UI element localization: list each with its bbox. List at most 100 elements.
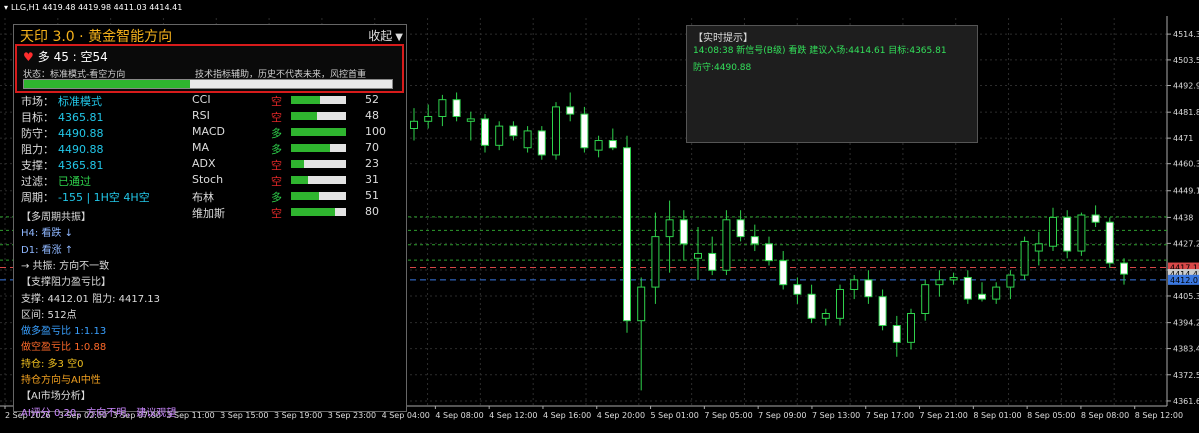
indicator-name: ADX: [192, 157, 216, 170]
metric-value: 标准模式: [58, 95, 102, 108]
x-axis-tick-label: 8 Sep 08:00: [1081, 411, 1129, 420]
candle-body: [679, 219, 688, 245]
analysis-line: D1: 看涨 ↑: [21, 244, 74, 256]
y-axis-tick-label: 4427.2: [1173, 239, 1199, 248]
indicator-name: 布林: [192, 191, 214, 204]
indicator-name: RSI: [192, 109, 210, 122]
analysis-line: → 共振: 方向不一致: [21, 260, 110, 272]
x-axis-tick-label: 3 Sep 19:00: [274, 411, 322, 420]
collapse-button[interactable]: 收起 ▼: [368, 27, 403, 44]
realtime-alert-box: 【实时提示】 14:08:38 新信号(B级) 看跌 建议入场:4414.61 …: [686, 25, 978, 143]
indicator-score-bar: [291, 192, 346, 200]
heart-icon: ♥: [23, 50, 34, 64]
indicator-row: ADX 空 23: [192, 157, 392, 173]
candle-body: [1034, 243, 1043, 252]
candle-body: [736, 219, 745, 238]
candle-body: [921, 284, 930, 315]
x-axis-tick-label: 8 Sep 05:00: [1027, 411, 1075, 420]
candle-body: [438, 99, 447, 118]
metric-value: 4490.88: [58, 143, 104, 156]
indicator-name: 维加斯: [192, 207, 225, 220]
x-axis-tick-label: 4 Sep 08:00: [435, 411, 483, 420]
metric-value: 已通过: [58, 175, 91, 188]
candle-body: [1120, 262, 1128, 275]
x-axis-tick-label: 7 Sep 05:00: [704, 411, 752, 420]
y-axis-tick-label: 4361.6: [1173, 397, 1199, 406]
candle-body: [949, 276, 958, 281]
x-axis-tick-label: 7 Sep 13:00: [812, 411, 860, 420]
indicator-score: 100: [365, 125, 386, 138]
indicator-score-fill: [291, 160, 304, 168]
x-axis-tick-label: 8 Sep 01:00: [973, 411, 1021, 420]
indicator-score-bar: [291, 176, 346, 184]
candle-body: [466, 118, 475, 122]
symbol-ohlc: LLG,H1 4419.48 4419.98 4411.03 4414.41: [11, 3, 183, 12]
indicator-score-bar: [291, 112, 346, 120]
indicator-name: MA: [192, 141, 210, 154]
y-axis-tick-label: 4383.4: [1173, 345, 1199, 354]
indicator-row: 维加斯 空 80: [192, 205, 392, 221]
indicator-row: RSI 空 48: [192, 109, 392, 125]
x-axis-tick-label: 3 Sep 23:00: [328, 411, 376, 420]
indicator-score: 70: [365, 141, 379, 154]
direction-status-box: ♥ 多 45 : 空54 状态：标准模式-看空方向 技术指标辅助，历史不代表未来，…: [15, 44, 404, 93]
indicator-score-fill: [291, 96, 320, 104]
candle-body: [523, 130, 532, 149]
candle-body: [623, 147, 631, 322]
metric-label: 过滤：: [21, 175, 54, 188]
indicator-signal: 空: [271, 207, 282, 220]
indicator-score-fill: [291, 128, 346, 136]
candle-body: [1077, 214, 1086, 252]
indicator-name: CCI: [192, 93, 211, 106]
candle-body: [935, 279, 944, 286]
candle-body: [424, 116, 433, 122]
analysis-line: 持仓: 多3 空0: [21, 358, 84, 370]
alert-title: 【实时提示】: [693, 33, 753, 44]
y-axis-tick-label: 4471: [1173, 134, 1193, 143]
x-axis-tick-label: 7 Sep 17:00: [866, 411, 914, 420]
indicator-score: 48: [365, 109, 379, 122]
indicator-score-bar: [291, 208, 346, 216]
candle-body: [907, 313, 915, 343]
candle-body: [978, 293, 986, 300]
indicator-row: CCI 空 52: [192, 93, 392, 109]
indicator-signal: 多: [271, 127, 282, 140]
metric-label: 支撑：: [21, 159, 54, 172]
indicator-score-bar: [291, 160, 346, 168]
indicator-row: Stoch 空 31: [192, 173, 392, 189]
indicator-score-fill: [291, 176, 309, 184]
metric-label: 市场：: [21, 95, 54, 108]
indicator-score-fill: [291, 144, 330, 152]
dropdown-arrow-icon[interactable]: ▾: [4, 3, 8, 12]
indicator-score-bar: [291, 144, 346, 152]
analysis-line: 【多周期共振】: [21, 212, 91, 223]
y-axis-tick-label: 4405.3: [1173, 292, 1199, 301]
candle-body: [509, 125, 518, 137]
indicator-signal: 空: [271, 175, 282, 188]
candle-body: [495, 125, 504, 146]
candle-body: [1049, 216, 1057, 247]
indicator-row: MACD 多 100: [192, 125, 392, 141]
metric-value: 4365.81: [58, 159, 104, 172]
y-axis-tick-label: 4438: [1173, 213, 1193, 222]
y-axis-tick-label: 4460.36: [1173, 160, 1199, 169]
metric-label: 防守：: [21, 127, 54, 140]
symbol-header: ▾ LLG,H1 4419.48 4419.98 4411.03 4414.41: [4, 3, 182, 12]
candle-body: [765, 243, 773, 262]
analysis-line: 做多盈亏比 1:1.13: [21, 326, 107, 338]
candle-body: [864, 279, 873, 298]
indicator-panel: 天印 3.0 · 黄金智能方向 收起 ▼ ♥ 多 45 : 空54 状态：标准模式-…: [13, 24, 407, 419]
indicator-score-fill: [291, 112, 318, 120]
price-label: 4412.01: [1170, 276, 1199, 285]
direction-ratio-text: 多 45 : 空54: [37, 50, 108, 64]
indicator-score-fill: [291, 208, 335, 216]
indicator-score: 80: [365, 205, 379, 218]
candle-body: [892, 325, 901, 343]
indicator-signal: 多: [271, 191, 282, 204]
candle-body: [807, 293, 816, 319]
metric-value: 4365.81: [58, 111, 104, 124]
candle-body: [594, 140, 603, 151]
candle-body: [566, 106, 575, 115]
candle-body: [963, 276, 972, 300]
analysis-line: 持仓方向与AI中性: [21, 375, 101, 386]
